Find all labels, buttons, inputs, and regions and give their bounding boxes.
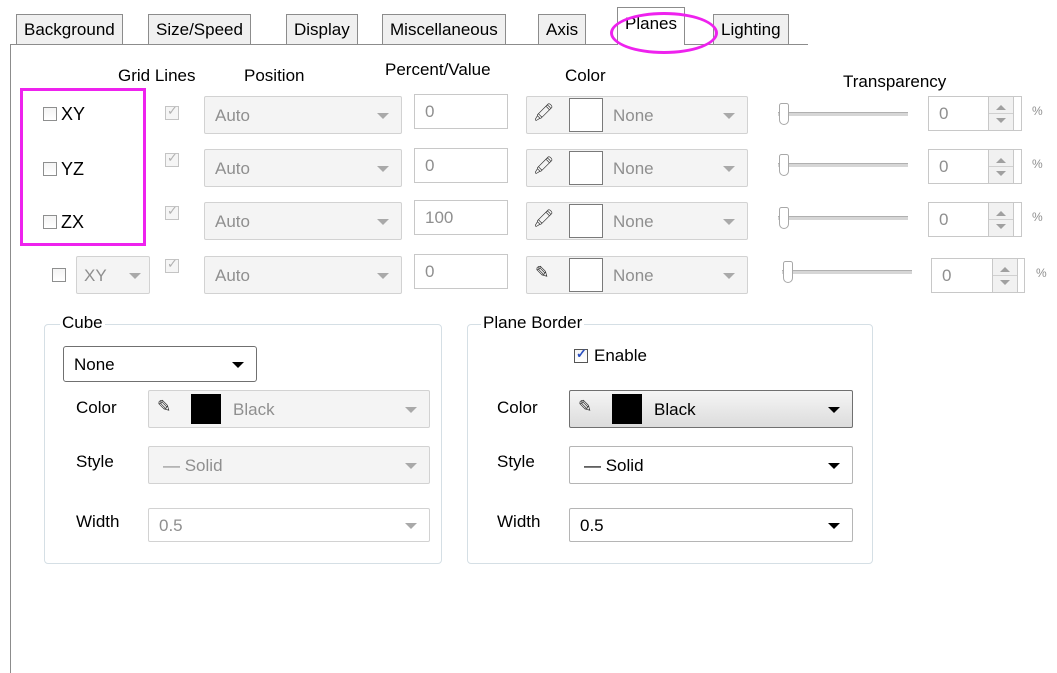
pencil-icon: ✎ <box>157 397 172 416</box>
color-dropdown[interactable]: ✎ None <box>526 256 748 294</box>
plane-border-color-label: Color <box>497 398 538 417</box>
transparency-spinner[interactable] <box>992 258 1018 293</box>
plane-border-width-dropdown[interactable]: 0.5 <box>569 508 853 542</box>
planes-tab-highlight <box>610 12 718 54</box>
transparency-spinner[interactable] <box>988 149 1014 184</box>
plane-border-style-label: Style <box>497 452 535 471</box>
cube-color-dropdown[interactable]: ✎ Black <box>148 390 430 428</box>
color-swatch <box>612 394 642 424</box>
plane-border-group-title: Plane Border <box>481 313 585 333</box>
pencil-icon: ✎ <box>535 263 550 282</box>
cube-type-dropdown[interactable]: None <box>63 346 257 382</box>
grid-lines-checkbox[interactable]: ✓ <box>165 203 179 220</box>
percent-value-input[interactable]: 0 <box>414 148 508 183</box>
percent-value-header: Percent/Value <box>385 60 491 79</box>
extra-plane-dropdown[interactable]: XY <box>76 256 150 294</box>
position-dropdown[interactable]: Auto <box>204 202 402 240</box>
transparency-spinner[interactable] <box>988 202 1014 237</box>
extra-plane-checkbox[interactable] <box>52 268 66 282</box>
plane-border-color-dropdown[interactable]: ✎ Black <box>569 390 853 428</box>
pencil-icon: ✎ <box>578 397 593 416</box>
transparency-slider[interactable] <box>779 154 789 176</box>
color-swatch <box>191 394 221 424</box>
position-dropdown[interactable]: Auto <box>204 149 402 187</box>
plane-border-width-label: Width <box>497 512 541 531</box>
position-header: Position <box>244 66 305 85</box>
transparency-slider[interactable] <box>779 103 789 125</box>
enable-label: Enable <box>594 346 647 365</box>
grid-lines-checkbox[interactable]: ✓ <box>165 256 179 273</box>
percent-unit: % <box>1032 210 1043 224</box>
color-swatch <box>569 98 603 132</box>
percent-unit: % <box>1036 266 1047 280</box>
plane-zx-checkbox[interactable] <box>43 215 57 229</box>
transparency-slider-track <box>782 270 912 274</box>
percent-value-input[interactable]: 100 <box>414 200 508 235</box>
position-dropdown[interactable]: Auto <box>204 96 402 134</box>
transparency-slider[interactable] <box>783 261 793 283</box>
fill-bucket-icon: 🖍 <box>533 209 555 228</box>
color-dropdown[interactable]: 🖍 None <box>526 202 748 240</box>
plane-label: XY <box>61 104 86 124</box>
percent-unit: % <box>1032 104 1043 118</box>
cube-group-title: Cube <box>60 313 105 333</box>
plane-border-enable-checkbox[interactable]: ✓ <box>574 346 588 363</box>
plane-label: ZX <box>61 212 85 232</box>
plane-border-style-dropdown[interactable]: — Solid <box>569 446 853 484</box>
plane-yz-checkbox[interactable] <box>43 162 57 176</box>
tab-background[interactable]: Background <box>16 14 123 44</box>
cube-width-dropdown[interactable]: 0.5 <box>148 508 430 542</box>
color-swatch <box>569 151 603 185</box>
tab-miscellaneous[interactable]: Miscellaneous <box>382 14 506 44</box>
tab-axis[interactable]: Axis <box>538 14 587 44</box>
transparency-slider-track <box>778 163 908 167</box>
grid-lines-checkbox[interactable]: ✓ <box>165 150 179 167</box>
tab-lighting[interactable]: Lighting <box>713 14 789 44</box>
fill-bucket-icon: 🖍 <box>533 103 555 122</box>
color-dropdown[interactable]: 🖍 None <box>526 96 748 134</box>
cube-color-label: Color <box>76 398 117 417</box>
tab-size-speed[interactable]: Size/Speed <box>148 14 251 44</box>
transparency-slider-track <box>778 216 908 220</box>
cube-width-label: Width <box>76 512 120 531</box>
plane-xy-checkbox[interactable] <box>43 107 57 121</box>
fill-bucket-icon: 🖍 <box>533 156 555 175</box>
panel-left-border <box>10 44 11 673</box>
tab-display[interactable]: Display <box>286 14 358 44</box>
color-swatch <box>569 204 603 238</box>
percent-value-input[interactable]: 0 <box>414 94 508 129</box>
position-dropdown[interactable]: Auto <box>204 256 402 294</box>
transparency-slider-track <box>778 112 908 116</box>
grid-lines-checkbox[interactable]: ✓ <box>165 103 179 120</box>
transparency-spinner[interactable] <box>988 96 1014 131</box>
percent-unit: % <box>1032 157 1043 171</box>
color-header: Color <box>565 66 606 85</box>
plane-label: YZ <box>61 159 85 179</box>
color-swatch <box>569 258 603 292</box>
grid-lines-header: Grid Lines <box>118 66 196 85</box>
cube-style-dropdown[interactable]: — Solid <box>148 446 430 484</box>
color-dropdown[interactable]: 🖍 None <box>526 149 748 187</box>
transparency-slider[interactable] <box>779 207 789 229</box>
cube-style-label: Style <box>76 452 114 471</box>
percent-value-input[interactable]: 0 <box>414 254 508 289</box>
transparency-header: Transparency <box>843 72 947 91</box>
